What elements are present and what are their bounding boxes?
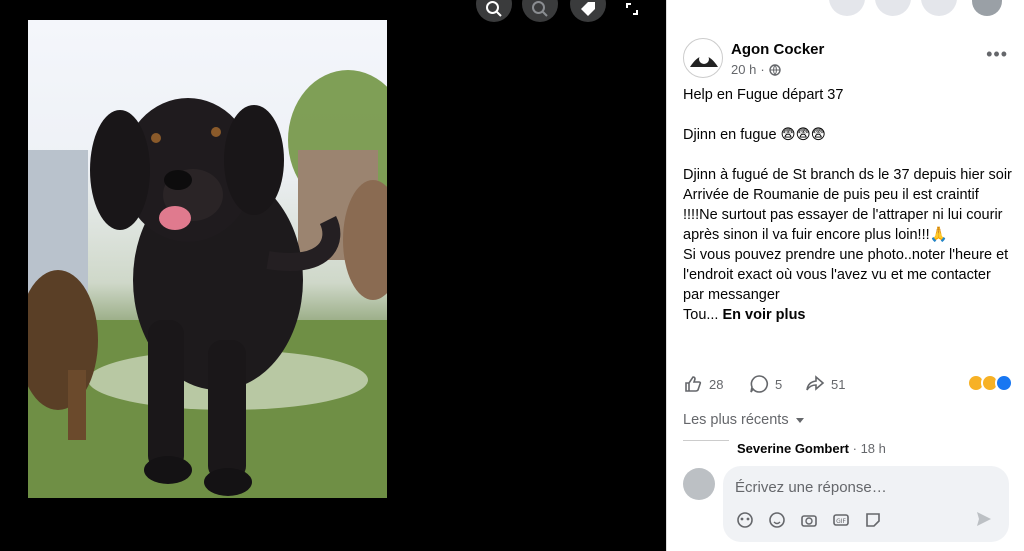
like-reaction-icon — [995, 374, 1013, 392]
commenter-name[interactable]: Severine Gombert · 18 h — [737, 441, 886, 456]
like-icon — [685, 376, 702, 392]
comment-count: 5 — [775, 376, 783, 392]
emoji-icon[interactable] — [767, 510, 787, 530]
author-avatar[interactable] — [683, 38, 723, 78]
gif-icon[interactable]: GIF — [831, 510, 851, 530]
user-avatar[interactable] — [683, 468, 715, 500]
reply-box: GIF — [723, 466, 1009, 542]
post-time[interactable]: 20 h — [731, 62, 756, 77]
share-count: 51 — [831, 376, 846, 392]
reply-tools: GIF — [735, 510, 883, 530]
svg-text:GIF: GIF — [836, 518, 846, 525]
send-icon[interactable] — [975, 510, 995, 530]
reply-input[interactable] — [735, 476, 995, 498]
chevron-down-icon — [795, 418, 804, 423]
menu-icon[interactable] — [829, 0, 865, 16]
notifications-icon[interactable] — [921, 0, 957, 16]
comment-button[interactable]: 5 — [749, 374, 782, 394]
share-icon — [806, 375, 825, 391]
account-avatar[interactable] — [972, 0, 1002, 16]
camera-icon[interactable] — [799, 510, 819, 530]
tag-icon[interactable] — [570, 0, 606, 22]
author-name[interactable]: Agon Cocker — [731, 41, 824, 58]
dog-illustration — [28, 70, 387, 498]
photo-viewer — [0, 0, 666, 551]
post-text: Help en Fugue départ 37 Djinn en fugue 😨… — [683, 85, 1013, 325]
comment-icon — [750, 375, 768, 393]
post-panel: Agon Cocker 20 h · ••• Help en Fugue dép… — [666, 0, 1024, 551]
like-count: 28 — [709, 376, 724, 392]
commenter-avatar[interactable] — [683, 440, 729, 456]
globe-icon — [768, 63, 781, 76]
comment-item: Severine Gombert · 18 h — [683, 438, 1013, 458]
post-meta: 20 h · — [731, 62, 781, 77]
sort-label: Les plus récents — [683, 412, 789, 428]
zoom-out-icon[interactable] — [522, 0, 558, 22]
post-paragraph: Si vous pouvez prendre une photo..noter … — [683, 247, 1009, 303]
comment-time: · 18 h — [852, 441, 886, 456]
comment-sort[interactable]: Les plus récents — [683, 412, 805, 428]
share-button[interactable]: 51 — [805, 374, 845, 394]
post-paragraph: Arrivée de Roumanie de puis peu il est c… — [683, 187, 1003, 243]
post-paragraph: Djinn en fugue 😨😨😨 — [683, 127, 826, 143]
post-paragraph: Help en Fugue départ 37 — [683, 87, 844, 103]
commenter-author[interactable]: Severine Gombert — [737, 441, 849, 456]
reactions-summary[interactable] — [967, 374, 1013, 392]
see-more-link[interactable]: En voir plus — [723, 307, 806, 323]
post-paragraph: Djinn à fugué de St branch ds le 37 depu… — [683, 167, 1012, 183]
messenger-icon[interactable] — [875, 0, 911, 16]
truncated-prefix: Tou... — [683, 307, 719, 323]
zoom-in-icon[interactable] — [476, 0, 512, 22]
post-truncated-line: Tou... En voir plus — [683, 305, 1013, 325]
post-stats: 28 5 51 — [681, 374, 1013, 398]
more-options-icon[interactable]: ••• — [986, 44, 1008, 65]
avatar-sticker-icon[interactable] — [735, 510, 755, 530]
meta-separator: · — [760, 62, 765, 77]
sticker-icon[interactable] — [863, 510, 883, 530]
like-button[interactable]: 28 — [683, 374, 723, 394]
fullscreen-icon[interactable] — [614, 0, 650, 22]
dog-photo — [28, 20, 387, 498]
